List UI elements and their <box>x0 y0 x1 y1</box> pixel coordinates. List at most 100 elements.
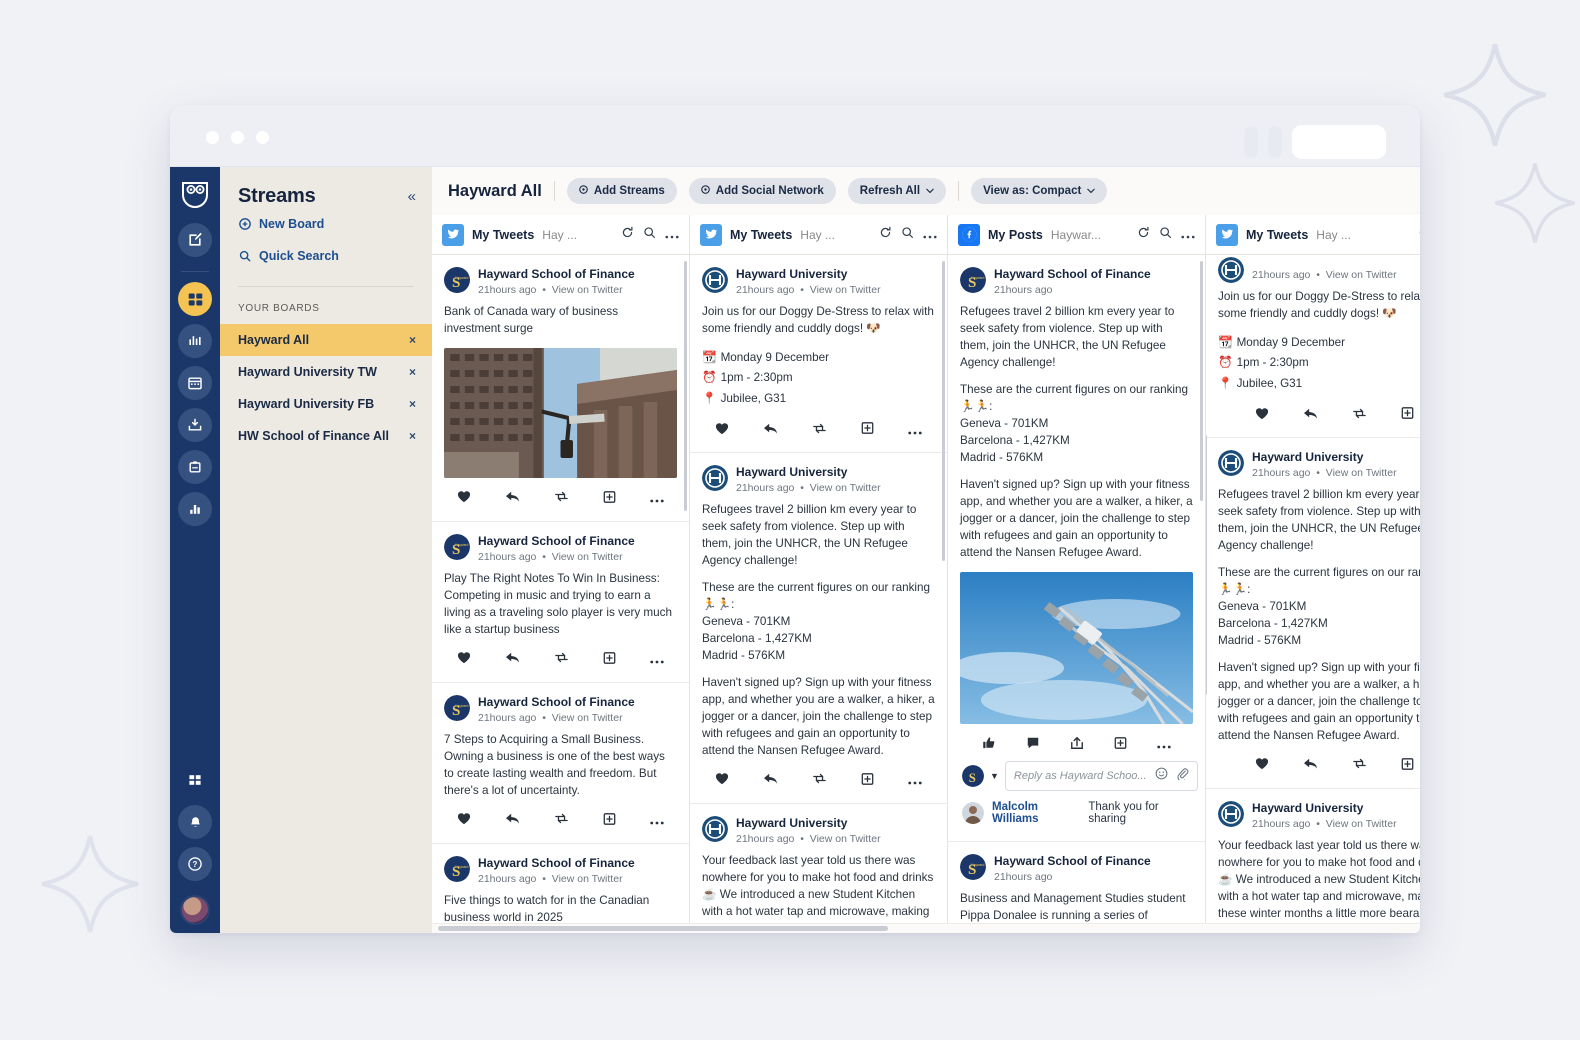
question-icon[interactable]: ? <box>178 847 212 881</box>
bookmark-icon[interactable] <box>603 490 616 509</box>
comment-icon[interactable] <box>1026 736 1040 755</box>
analytics-icon[interactable] <box>178 324 212 358</box>
reply-input[interactable]: Reply as Hayward Schoo... <box>1004 760 1198 791</box>
column-scrollbar[interactable] <box>1200 261 1203 501</box>
post-item[interactable]: Hayward University 21hours ago • View on… <box>690 255 947 454</box>
post-item[interactable]: S Hayward Hayward School of Finance 21hou… <box>432 844 689 923</box>
more-icon[interactable] <box>908 772 922 790</box>
refresh-icon[interactable] <box>879 226 892 244</box>
sidebar-item-hayward-university-tw[interactable]: Hayward University TW × <box>220 356 432 388</box>
quick-search-button[interactable]: Quick Search <box>220 240 432 272</box>
search-icon[interactable] <box>901 226 914 244</box>
heart-icon[interactable] <box>457 812 471 830</box>
more-icon[interactable] <box>1181 226 1195 244</box>
reply-icon[interactable] <box>505 812 520 830</box>
more-icon[interactable] <box>908 422 922 440</box>
post-actions[interactable] <box>960 724 1193 757</box>
bell-icon[interactable] <box>178 805 212 839</box>
collapse-sidebar-icon[interactable]: « <box>408 188 416 205</box>
more-icon[interactable] <box>650 490 664 508</box>
calendar-icon[interactable] <box>178 366 212 400</box>
post-item[interactable]: S Hayward Hayward School of Finance 21hou… <box>948 255 1205 842</box>
column-body[interactable]: 21hours ago • View on Twitter Join us fo… <box>1206 255 1420 923</box>
city-buildings-photo[interactable] <box>444 347 677 478</box>
bookmark-icon[interactable] <box>603 651 616 670</box>
close-icon[interactable]: × <box>409 397 416 411</box>
more-icon[interactable] <box>923 226 937 244</box>
reply-icon[interactable] <box>763 772 778 790</box>
bookmark-icon[interactable] <box>861 421 874 440</box>
more-icon[interactable] <box>665 226 679 244</box>
sidebar-item-hayward-university-fb[interactable]: Hayward University FB × <box>220 388 432 420</box>
window-controls[interactable] <box>206 131 269 144</box>
search-icon[interactable] <box>643 226 656 244</box>
retweet-icon[interactable] <box>1352 407 1367 425</box>
share-icon[interactable] <box>1070 736 1084 755</box>
scrollbar-thumb[interactable] <box>438 926 888 931</box>
post-actions[interactable] <box>444 800 677 833</box>
bookmark-icon[interactable] <box>1401 406 1414 425</box>
grid-icon[interactable] <box>178 763 212 797</box>
close-icon[interactable]: × <box>409 429 416 443</box>
attachment-icon[interactable] <box>1176 767 1189 785</box>
post-item[interactable]: S Hayward Hayward School of Finance 21hou… <box>432 522 689 683</box>
retweet-icon[interactable] <box>554 490 569 508</box>
more-icon[interactable] <box>1157 736 1171 754</box>
retweet-icon[interactable] <box>554 651 569 669</box>
comment-author[interactable]: Malcolm Williams <box>992 801 1080 825</box>
minimize-dot[interactable] <box>231 131 244 144</box>
clipboard-icon[interactable] <box>178 450 212 484</box>
bar-chart-icon[interactable] <box>178 492 212 526</box>
post-item[interactable]: Hayward University 21hours ago • View on… <box>690 453 947 804</box>
column-body[interactable]: S Hayward Hayward School of Finance 21hou… <box>948 255 1205 923</box>
antenna-sky-photo[interactable] <box>960 571 1193 724</box>
heart-icon[interactable] <box>715 422 729 440</box>
retweet-icon[interactable] <box>1352 757 1367 775</box>
close-icon[interactable]: × <box>409 365 416 379</box>
horizontal-scrollbar[interactable] <box>432 923 1420 933</box>
refresh-icon[interactable] <box>1418 226 1420 244</box>
reply-icon[interactable] <box>763 422 778 440</box>
more-icon[interactable] <box>650 651 664 669</box>
bookmark-icon[interactable] <box>1401 757 1414 776</box>
reply-icon[interactable] <box>1303 407 1318 425</box>
compose-icon[interactable] <box>178 223 212 257</box>
sidebar-item-hayward-all[interactable]: Hayward All × <box>220 324 432 356</box>
chrome-action-pill[interactable] <box>1292 125 1386 159</box>
post-item[interactable]: S Hayward Hayward School of Finance 21hou… <box>432 255 689 522</box>
post-item[interactable]: Hayward University 21hours ago • View on… <box>690 804 947 923</box>
add-social-network-button[interactable]: Add Social Network <box>688 178 836 204</box>
view-as-dropdown[interactable]: View as: Compact <box>971 178 1108 204</box>
reply-icon[interactable] <box>505 490 520 508</box>
post-item[interactable]: Hayward University 21hours ago • View on… <box>1206 789 1420 923</box>
chevron-down-icon[interactable]: ▼ <box>990 771 999 781</box>
more-icon[interactable] <box>650 812 664 830</box>
dashboard-icon[interactable] <box>178 282 212 316</box>
heart-icon[interactable] <box>1255 757 1269 775</box>
bookmark-icon[interactable] <box>1114 736 1127 755</box>
post-item[interactable]: Hayward University 21hours ago • View on… <box>1206 438 1420 789</box>
avatar[interactable] <box>180 895 210 925</box>
reply-composer[interactable]: S ▼ Reply as Hayward Schoo... <box>960 757 1198 799</box>
inbox-icon[interactable] <box>178 408 212 442</box>
retweet-icon[interactable] <box>812 772 827 790</box>
reply-icon[interactable] <box>505 651 520 669</box>
close-icon[interactable]: × <box>409 333 416 347</box>
post-actions[interactable] <box>444 478 677 511</box>
emoji-icon[interactable] <box>1155 767 1168 785</box>
post-item[interactable]: 21hours ago • View on Twitter Join us fo… <box>1206 255 1420 439</box>
heart-icon[interactable] <box>457 651 471 669</box>
column-scrollbar[interactable] <box>1206 435 1207 695</box>
column-scrollbar[interactable] <box>684 261 687 511</box>
refresh-icon[interactable] <box>621 226 634 244</box>
post-item[interactable]: S Hayward Hayward School of Finance 21hou… <box>948 842 1205 923</box>
search-icon[interactable] <box>1159 226 1172 244</box>
new-board-button[interactable]: New Board <box>220 208 432 240</box>
bookmark-icon[interactable] <box>861 772 874 791</box>
maximize-dot[interactable] <box>256 131 269 144</box>
column-body[interactable]: Hayward University 21hours ago • View on… <box>690 255 947 923</box>
retweet-icon[interactable] <box>812 422 827 440</box>
reply-icon[interactable] <box>1303 757 1318 775</box>
post-actions[interactable] <box>702 760 935 793</box>
close-dot[interactable] <box>206 131 219 144</box>
